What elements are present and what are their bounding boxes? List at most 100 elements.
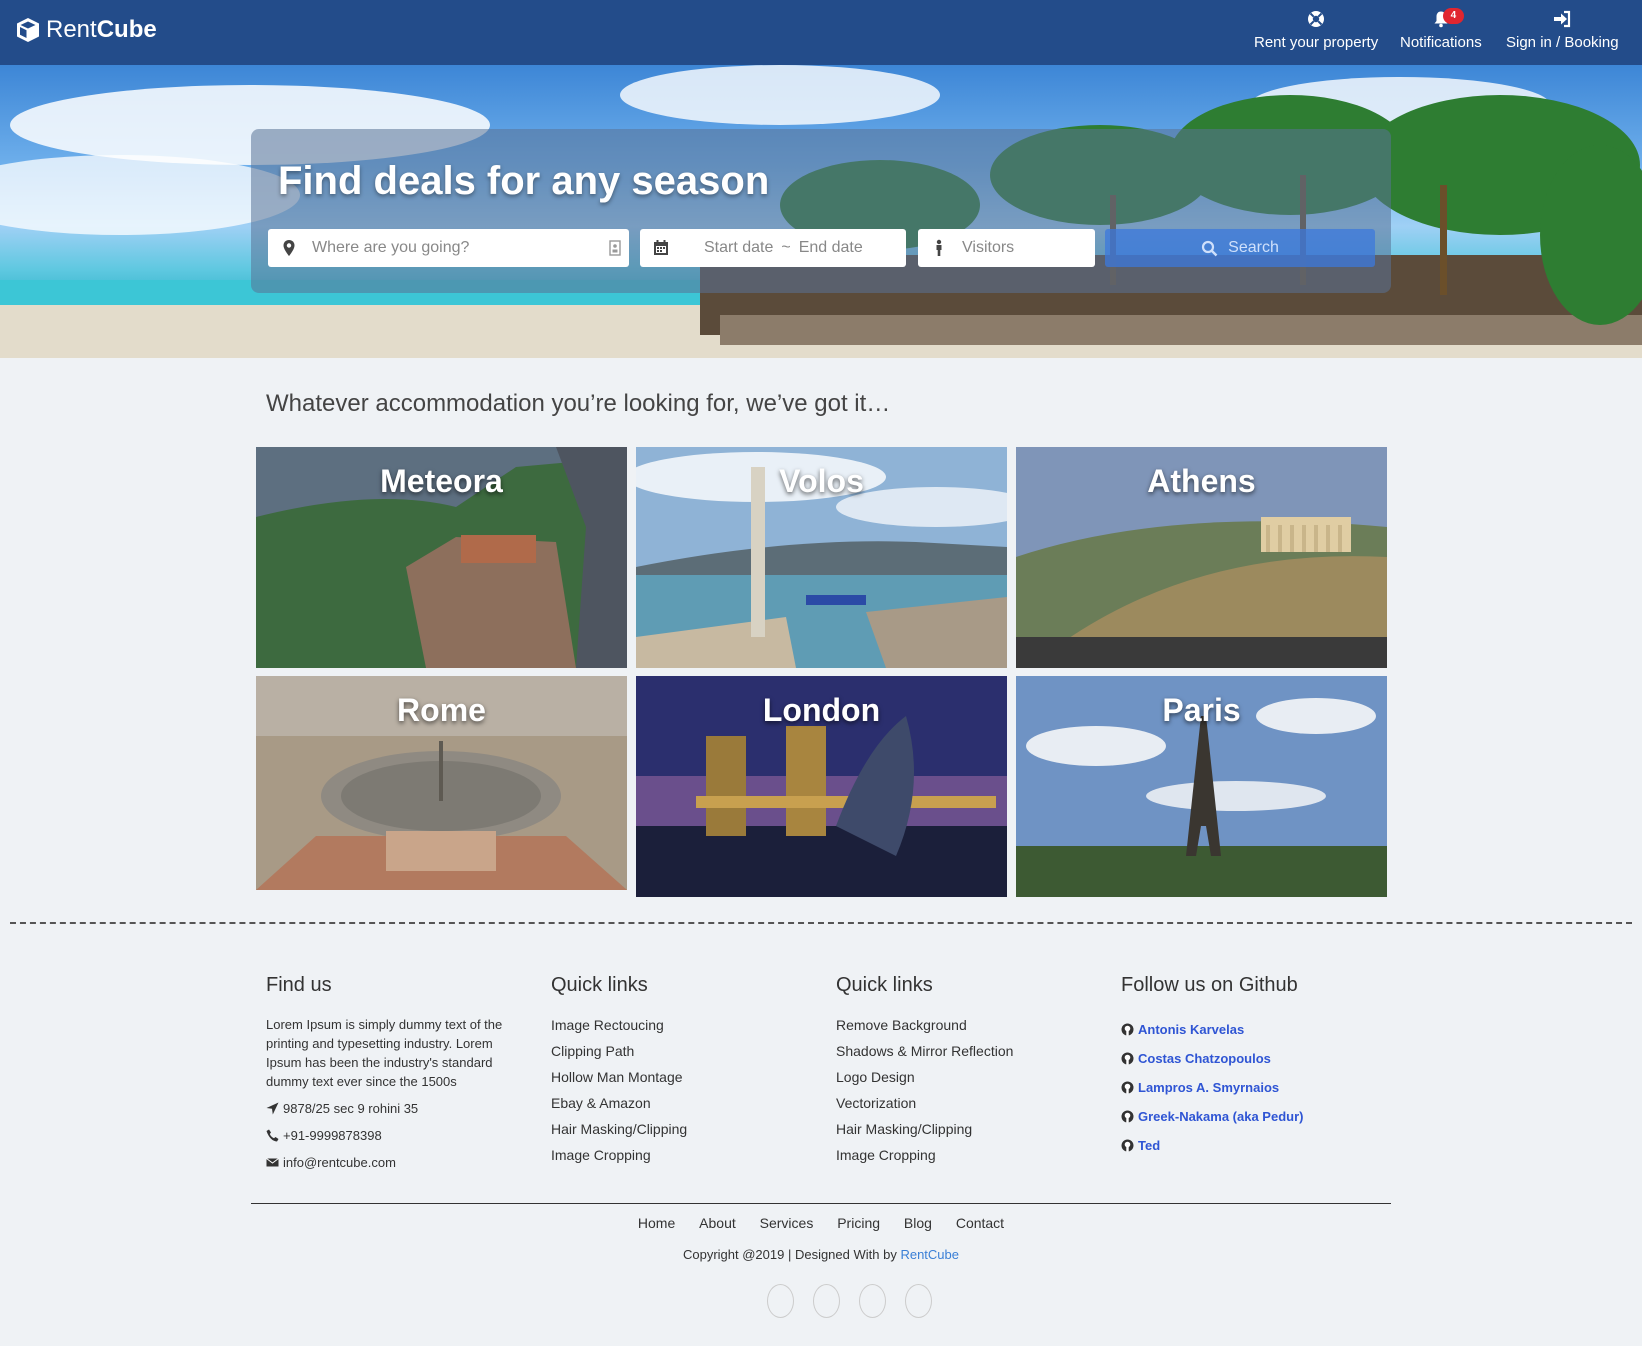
quick-link[interactable]: Hollow Man Montage: [551, 1067, 687, 1093]
search-panel: Find deals for any season Where are you …: [251, 129, 1391, 293]
date-range-input[interactable]: Start date ~ End date: [640, 229, 906, 267]
contact-card-icon: [609, 240, 621, 256]
github-icon: [1121, 1052, 1134, 1065]
copyright: Copyright @2019 | Designed With by RentC…: [0, 1247, 1642, 1262]
quick-link[interactable]: Hair Masking/Clipping: [551, 1119, 687, 1145]
hero-banner: Find deals for any season Where are you …: [0, 65, 1642, 358]
destination-name: Volos: [779, 463, 864, 499]
search-button-label: Search: [1228, 239, 1279, 256]
copyright-brand-link[interactable]: RentCube: [900, 1247, 959, 1262]
quick-links-heading: Quick links: [551, 974, 648, 996]
quick-link[interactable]: Image Cropping: [551, 1145, 687, 1171]
search-button[interactable]: Search: [1105, 229, 1375, 267]
visitors-input[interactable]: Visitors: [918, 229, 1095, 267]
find-us-description: Lorem Ipsum is simply dummy text of the …: [266, 1017, 503, 1089]
nav-notifications-label: Notifications: [1400, 34, 1482, 51]
destination-input[interactable]: Where are you going?: [268, 229, 629, 267]
brand-logo[interactable]: Rent Cube: [14, 16, 157, 44]
github-link[interactable]: Greek-Nakama (aka Pedur): [1121, 1102, 1303, 1131]
social-icon-4[interactable]: [905, 1284, 932, 1318]
find-us-heading: Find us: [266, 974, 332, 996]
github-link-label: Ted: [1138, 1138, 1161, 1153]
calendar-icon: [654, 240, 668, 255]
location-arrow-icon: [266, 1102, 279, 1115]
lifebuoy-icon: [1254, 10, 1378, 32]
quick-link[interactable]: Hair Masking/Clipping: [836, 1119, 1013, 1145]
footer-quick-links-1: Quick links Image Rectoucing Clipping Pa…: [551, 974, 687, 1171]
visitors-placeholder: Visitors: [962, 239, 1015, 256]
notification-count-badge: 4: [1442, 8, 1464, 24]
bell-icon: 4: [1400, 8, 1482, 32]
quick-link[interactable]: Ebay & Amazon: [551, 1093, 687, 1119]
destination-card-volos[interactable]: Volos: [636, 447, 1007, 668]
envelope-icon: [266, 1158, 279, 1167]
section-divider: [10, 922, 1632, 924]
destination-card-athens[interactable]: Athens: [1016, 447, 1387, 668]
github-link-label: Greek-Nakama (aka Pedur): [1138, 1109, 1304, 1124]
github-link-label: Costas Chatzopoulos: [1138, 1051, 1271, 1066]
destination-card-london[interactable]: London: [636, 676, 1007, 897]
destination-placeholder: Where are you going?: [312, 239, 470, 256]
github-link[interactable]: Antonis Karvelas: [1121, 1015, 1303, 1044]
social-icon-3[interactable]: [859, 1284, 886, 1318]
footer-nav-about[interactable]: About: [699, 1215, 736, 1231]
footer-nav-contact[interactable]: Contact: [956, 1215, 1004, 1231]
nav-rent-property-label: Rent your property: [1254, 34, 1379, 51]
footer-nav-home[interactable]: Home: [638, 1215, 675, 1231]
footer-nav-services[interactable]: Services: [760, 1215, 814, 1231]
quick-links-heading: Quick links: [836, 974, 933, 996]
footer-find-us: Find us Lorem Ipsum is simply dummy text…: [266, 974, 512, 1172]
end-date-placeholder: End date: [798, 239, 863, 256]
quick-link[interactable]: Shadows & Mirror Reflection: [836, 1041, 1013, 1067]
cube-icon: [17, 18, 39, 42]
quick-link[interactable]: Logo Design: [836, 1067, 1013, 1093]
destination-name: Paris: [1162, 692, 1241, 728]
address-text: 9878/25 sec 9 rohini 35: [283, 1101, 419, 1116]
quick-link[interactable]: Vectorization: [836, 1093, 1013, 1119]
github-link-label: Antonis Karvelas: [1138, 1022, 1245, 1037]
github-icon: [1121, 1023, 1134, 1036]
email-text[interactable]: info@rentcube.com: [283, 1155, 396, 1170]
hero-title: Find deals for any season: [278, 159, 770, 203]
phone-text: +91-9999878398: [283, 1128, 382, 1143]
github-link-label: Lampros A. Smyrnaios: [1138, 1080, 1280, 1095]
quick-link[interactable]: Remove Background: [836, 1015, 1013, 1041]
github-icon: [1121, 1081, 1134, 1094]
destination-card-paris[interactable]: Paris: [1016, 676, 1387, 897]
social-links: [767, 1284, 951, 1318]
nav-rent-property[interactable]: Rent your property: [1254, 10, 1378, 51]
destination-name: Meteora: [380, 463, 503, 499]
destination-name: Rome: [397, 692, 486, 728]
github-link[interactable]: Lampros A. Smyrnaios: [1121, 1073, 1303, 1102]
footer-nav-blog[interactable]: Blog: [904, 1215, 932, 1231]
social-icon-2[interactable]: [813, 1284, 840, 1318]
github-link[interactable]: Ted: [1121, 1131, 1303, 1160]
footer-nav-pricing[interactable]: Pricing: [837, 1215, 880, 1231]
start-date-placeholder: Start date: [704, 239, 774, 256]
nav-sign-in-label: Sign in / Booking: [1506, 34, 1619, 51]
footer-rule: [251, 1203, 1391, 1204]
date-separator: ~: [781, 239, 791, 256]
top-navbar: Rent Cube Rent your property 4 Notificati…: [0, 0, 1642, 65]
address-row: 9878/25 sec 9 rohini 35: [266, 1099, 512, 1118]
accommodation-tagline: Whatever accommodation you’re looking fo…: [266, 390, 891, 417]
phone-icon: [266, 1129, 279, 1142]
quick-link[interactable]: Clipping Path: [551, 1041, 687, 1067]
phone-row: +91-9999878398: [266, 1126, 512, 1145]
footer-github: Follow us on Github Antonis Karvelas Cos…: [1121, 974, 1303, 1160]
destination-name: London: [762, 692, 881, 728]
footer-nav: Home About Services Pricing Blog Contact: [0, 1215, 1642, 1231]
social-icon-1[interactable]: [767, 1284, 794, 1318]
brand-name-regular: Rent: [46, 16, 97, 43]
destination-card-meteora[interactable]: Meteora: [256, 447, 627, 668]
github-heading: Follow us on Github: [1121, 974, 1298, 996]
nav-sign-in[interactable]: Sign in / Booking: [1506, 10, 1619, 51]
quick-link[interactable]: Image Rectoucing: [551, 1015, 687, 1041]
copyright-text: Copyright @2019 | Designed With by: [682, 1247, 901, 1262]
github-link[interactable]: Costas Chatzopoulos: [1121, 1044, 1303, 1073]
brand-name-bold: Cube: [96, 16, 157, 43]
quick-link[interactable]: Image Cropping: [836, 1145, 1013, 1171]
nav-notifications[interactable]: 4 Notifications: [1400, 8, 1482, 51]
person-icon: [936, 239, 942, 256]
destination-card-rome[interactable]: Rome: [256, 676, 627, 890]
